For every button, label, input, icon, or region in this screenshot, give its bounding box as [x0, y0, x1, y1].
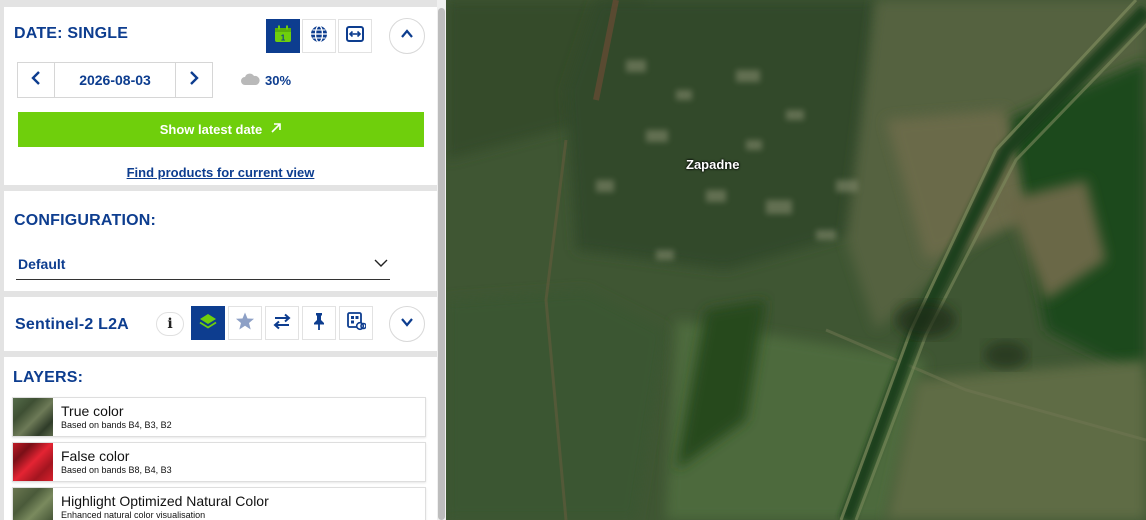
chevron-down-icon: [400, 315, 414, 334]
layer-thumbnail: [13, 443, 53, 481]
date-panel: DATE: SINGLE 1 2026-08-03 30% Show lates…: [4, 7, 437, 185]
layer-name: False color: [61, 448, 130, 464]
collection-panel: Sentinel-2 L2A i: [4, 297, 437, 351]
show-latest-date-button[interactable]: Show latest date: [18, 112, 424, 147]
calendar-day: 1: [281, 33, 286, 42]
pins-favorite-button[interactable]: [228, 306, 262, 340]
layer-item-false-color[interactable]: False color Based on bands B8, B4, B3: [12, 442, 426, 482]
chevron-up-icon: [400, 27, 414, 46]
sidebar-scrollbar-thumb[interactable]: [438, 8, 445, 520]
satellite-map[interactable]: Zapadne: [446, 0, 1146, 520]
layer-item-true-color[interactable]: True color Based on bands B4, B3, B2: [12, 397, 426, 437]
date-panel-title: DATE: SINGLE: [14, 25, 129, 42]
cloud-coverage-value: 30%: [265, 73, 292, 88]
collapse-collection-panel-button[interactable]: [389, 306, 425, 342]
globe-icon: [309, 24, 329, 49]
satellite-imagery: [446, 0, 1146, 520]
share-link-button[interactable]: [339, 306, 373, 340]
layer-description: Based on bands B4, B3, B2: [61, 420, 172, 430]
layer-item-highlight-natural[interactable]: Highlight Optimized Natural Color Enhanc…: [12, 487, 426, 520]
layers-tool-button[interactable]: [191, 306, 225, 340]
configuration-select[interactable]: Default: [16, 248, 390, 280]
pin-tool-button[interactable]: [302, 306, 336, 340]
sidebar-scrollbar[interactable]: [437, 0, 446, 520]
cloud-icon: [240, 72, 260, 89]
collection-info-button[interactable]: i: [156, 312, 184, 336]
layer-thumbnail: [13, 488, 53, 520]
next-date-button[interactable]: [176, 63, 212, 97]
layer-description: Based on bands B8, B4, B3: [61, 465, 172, 475]
effects-tool-button[interactable]: [265, 306, 299, 340]
star-icon: [235, 311, 255, 336]
chevron-right-icon: [188, 70, 200, 90]
layer-name: Highlight Optimized Natural Color: [61, 493, 269, 509]
chevron-left-icon: [30, 70, 42, 90]
layer-thumbnail: [13, 398, 53, 436]
collapse-date-panel-button[interactable]: [389, 18, 425, 54]
compare-arrows-icon: [345, 24, 365, 49]
layers-icon: [198, 311, 218, 336]
collection-name: Sentinel-2 L2A: [15, 316, 129, 333]
layers-title: LAYERS:: [13, 369, 84, 386]
calendar-icon: 1: [273, 24, 293, 49]
layers-panel: LAYERS: True color Based on bands B4, B3…: [4, 357, 437, 520]
date-input[interactable]: 2026-08-03: [54, 63, 176, 97]
sidebar: DATE: SINGLE 1 2026-08-03 30% Show lates…: [0, 0, 446, 520]
single-date-mode-button[interactable]: 1: [266, 19, 300, 53]
show-latest-date-label: Show latest date: [159, 122, 263, 137]
map-place-label: Zapadne: [686, 157, 740, 172]
swap-arrows-icon: [272, 311, 292, 336]
chevron-down-icon: [374, 255, 388, 273]
configuration-title: CONFIGURATION:: [14, 212, 157, 229]
layer-description: Enhanced natural color visualisation: [61, 510, 206, 520]
pin-icon: [309, 311, 329, 336]
cloud-coverage: 30%: [240, 72, 291, 89]
configuration-selected-value: Default: [18, 255, 66, 272]
timelapse-mode-button[interactable]: [302, 19, 336, 53]
layer-name: True color: [61, 403, 124, 419]
find-products-link[interactable]: Find products for current view: [4, 165, 437, 180]
configuration-panel: CONFIGURATION: Default: [4, 191, 437, 291]
external-arrow-icon: [270, 122, 282, 137]
previous-date-button[interactable]: [18, 63, 54, 97]
link-card-icon: [346, 311, 367, 336]
date-navigator: 2026-08-03: [17, 62, 213, 98]
compare-mode-button[interactable]: [338, 19, 372, 53]
